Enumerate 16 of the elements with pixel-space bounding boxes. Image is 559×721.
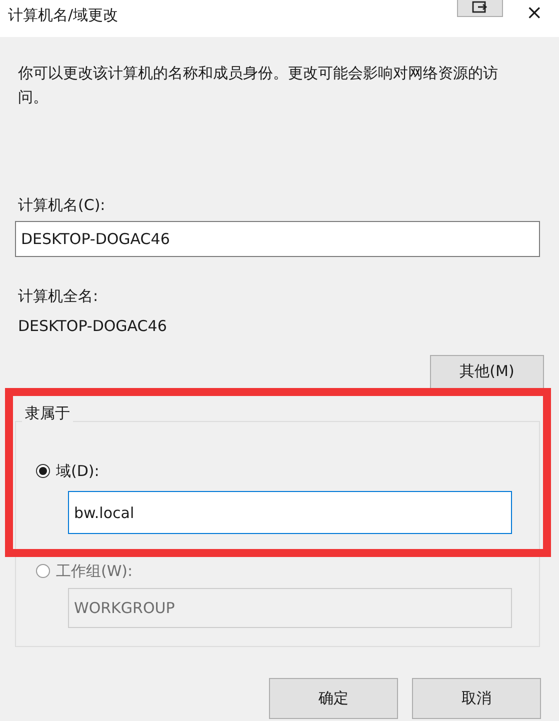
description-text: 你可以更改该计算机的名称和成员身份。更改可能会影响对网络资源的访问。 (18, 63, 499, 108)
restore-button[interactable] (457, 0, 503, 17)
dialog-button[interactable]: 取消 (412, 678, 541, 719)
close-button[interactable]: × (526, 2, 543, 22)
computer-name-field[interactable]: DESKTOP-DOGAC46 (15, 221, 540, 257)
full-name-value: DESKTOP-DOGAC46 (18, 317, 168, 335)
dialog-button[interactable]: 确定 (269, 678, 398, 719)
window-title: 计算机名/域更改 (8, 6, 118, 25)
option-label: 工作组(W): (56, 562, 133, 580)
radio-button[interactable] (36, 464, 50, 478)
computer-name-label: 计算机名(C): (18, 196, 106, 214)
option-label: 域(D): (56, 462, 100, 480)
full-name-label: 计算机全名: (18, 287, 100, 305)
group-title: 隶属于 (22, 404, 73, 422)
window-icon (472, 1, 488, 13)
option-field[interactable]: bw.local (68, 491, 512, 534)
